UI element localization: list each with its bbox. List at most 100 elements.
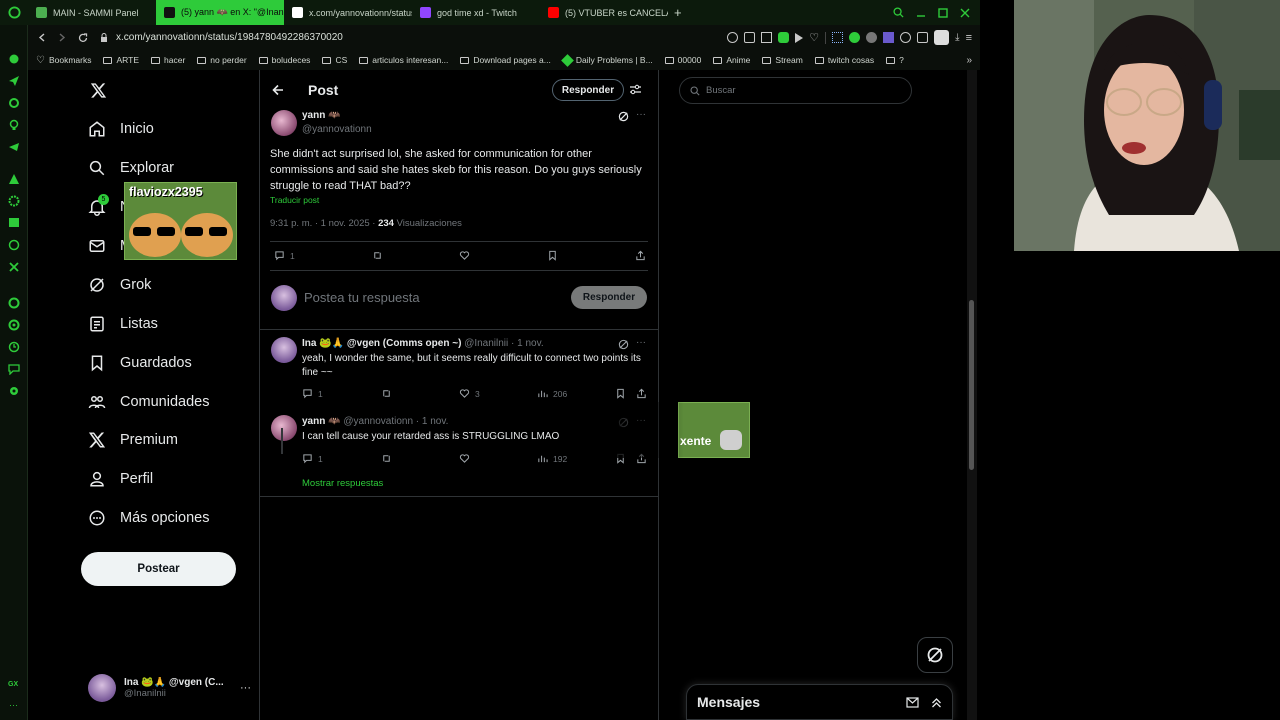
bookmark-item[interactable]: no perder bbox=[191, 55, 252, 65]
pin-icon[interactable] bbox=[744, 32, 756, 43]
reply-author-name[interactable]: Ina 🐸🙏 @vgen (Comms open ~) bbox=[302, 338, 461, 349]
sidebar-twitch-icon[interactable] bbox=[8, 217, 20, 229]
views-action[interactable]: 192 bbox=[537, 453, 567, 464]
nav-item-comunidades[interactable]: Comunidades bbox=[88, 393, 209, 411]
extension-icon-3[interactable] bbox=[883, 32, 895, 43]
post-author-name[interactable]: yann 🦇 bbox=[302, 110, 341, 121]
lock-icon[interactable] bbox=[100, 32, 108, 43]
profile-icon[interactable] bbox=[934, 30, 950, 45]
search-box[interactable]: Buscar bbox=[679, 77, 912, 104]
sidebar-player-icon[interactable] bbox=[8, 97, 20, 109]
repost-action[interactable] bbox=[372, 250, 383, 261]
account-more-icon[interactable]: ··· bbox=[240, 682, 251, 694]
grok-post-icon[interactable] bbox=[618, 111, 629, 122]
maximize-icon[interactable] bbox=[938, 7, 948, 18]
shield-icon[interactable] bbox=[778, 32, 790, 43]
download-icon[interactable]: ⤓ bbox=[955, 32, 959, 43]
bookmark-item[interactable]: articulos interesan... bbox=[353, 55, 454, 65]
browser-tab[interactable]: (5) yann 🦇 en X: "@Inani bbox=[156, 0, 284, 25]
like-action[interactable] bbox=[459, 250, 470, 261]
puzzle-icon[interactable] bbox=[917, 32, 929, 43]
share-action[interactable] bbox=[636, 388, 647, 399]
reply-action[interactable]: 1 bbox=[302, 453, 323, 464]
bookmark-item[interactable]: Download pages a... bbox=[454, 55, 557, 65]
sidebar-more-icon[interactable]: ··· bbox=[9, 700, 18, 710]
browser-tab[interactable]: god time xd - Twitch bbox=[412, 0, 540, 25]
bookmark-action[interactable] bbox=[547, 250, 558, 261]
reply-composer-input[interactable]: Postea tu respuesta bbox=[304, 290, 420, 305]
bookmark-item[interactable]: Daily Problems | B... bbox=[557, 53, 659, 67]
vpn-icon[interactable] bbox=[727, 32, 739, 43]
menu-icon[interactable]: ≡ bbox=[966, 32, 972, 44]
grid-icon[interactable] bbox=[832, 32, 844, 43]
like-action[interactable]: 3 bbox=[459, 388, 480, 399]
reply-more-icon[interactable]: ··· bbox=[636, 337, 646, 348]
nav-item-premium[interactable]: Premium bbox=[88, 431, 178, 449]
reply-avatar[interactable] bbox=[271, 337, 297, 363]
nav-item-grok[interactable]: Grok bbox=[88, 276, 151, 294]
messages-drawer[interactable]: Mensajes bbox=[686, 684, 953, 720]
extension-icon-1[interactable] bbox=[849, 32, 861, 43]
bookmark-item[interactable]: twitch cosas bbox=[809, 55, 880, 65]
back-icon[interactable] bbox=[38, 33, 46, 42]
reply-avatar[interactable] bbox=[271, 415, 297, 441]
bookmark-action[interactable] bbox=[615, 388, 626, 399]
nav-item-m-s-opciones[interactable]: Más opciones bbox=[88, 509, 209, 527]
favorite-icon[interactable]: ♡ bbox=[809, 31, 819, 44]
bookmark-item[interactable]: CS bbox=[316, 55, 353, 65]
account-switcher[interactable]: Ina 🐸🙏 @vgen (C... @Inanilnii ··· bbox=[88, 672, 258, 704]
close-window-icon[interactable] bbox=[960, 8, 970, 18]
sidebar-settings-icon[interactable] bbox=[8, 195, 20, 207]
post-author-handle[interactable]: @yannovationn bbox=[302, 124, 372, 135]
bookmark-item[interactable]: Stream bbox=[756, 55, 808, 65]
repost-action[interactable] bbox=[381, 388, 397, 399]
sidebar-lightbulb-icon[interactable] bbox=[8, 119, 20, 131]
reply-action[interactable]: 1 bbox=[274, 250, 295, 261]
sidebar-arrow-icon[interactable] bbox=[8, 173, 20, 185]
browser-tab[interactable]: MAIN - SAMMI Panel bbox=[28, 0, 156, 25]
browser-tab[interactable]: (5) VTUBER es CANCELAD bbox=[540, 0, 668, 25]
sidebar-whatsapp-icon[interactable] bbox=[8, 239, 20, 251]
post-avatar[interactable] bbox=[271, 110, 297, 136]
reply-author-name[interactable]: yann 🦇 bbox=[302, 416, 341, 427]
sidebar-x-icon[interactable] bbox=[8, 261, 20, 273]
translate-post-link[interactable]: Traducir post bbox=[270, 195, 319, 205]
post-button[interactable]: Postear bbox=[81, 552, 236, 586]
nav-item-guardados[interactable]: Guardados bbox=[88, 354, 192, 372]
reload-icon[interactable] bbox=[78, 32, 88, 43]
bookmark-item[interactable]: Anime bbox=[707, 55, 756, 65]
sidebar-extension-icon[interactable] bbox=[8, 53, 20, 65]
nav-item-explorar[interactable]: Explorar bbox=[88, 159, 174, 177]
reply-action[interactable]: 1 bbox=[302, 388, 323, 399]
back-arrow-icon[interactable] bbox=[272, 84, 284, 96]
sidebar-clock-icon[interactable] bbox=[8, 341, 20, 353]
bookmark-item[interactable]: boludeces bbox=[253, 55, 317, 65]
nav-item-inicio[interactable]: Inicio bbox=[88, 120, 154, 138]
extension-icon-2[interactable] bbox=[866, 32, 878, 43]
sidebar-send-icon[interactable] bbox=[8, 141, 20, 153]
sliders-icon[interactable] bbox=[629, 83, 642, 96]
views-action[interactable]: 206 bbox=[537, 388, 567, 399]
new-message-icon[interactable] bbox=[906, 696, 919, 708]
grok-reply-icon[interactable] bbox=[618, 339, 629, 350]
x-logo-icon[interactable] bbox=[90, 82, 107, 99]
sidebar-limiter-icon[interactable] bbox=[8, 319, 20, 331]
show-replies-link[interactable]: Mostrar respuestas bbox=[302, 478, 383, 489]
expand-icon[interactable] bbox=[931, 697, 942, 708]
bookmark-item[interactable]: 00000 bbox=[659, 55, 708, 65]
snapshot-icon[interactable] bbox=[761, 32, 773, 43]
url-field[interactable]: x.com/yannovationn/status/19847804922863… bbox=[116, 32, 343, 43]
scrollbar-thumb[interactable] bbox=[969, 300, 974, 470]
opera-gx-logo[interactable] bbox=[0, 0, 28, 25]
post-more-icon[interactable]: ··· bbox=[636, 109, 646, 120]
sidebar-messenger-icon[interactable] bbox=[8, 75, 20, 87]
minimize-icon[interactable] bbox=[916, 8, 926, 18]
nav-item-perfil[interactable]: Perfil bbox=[88, 470, 153, 488]
forward-icon[interactable] bbox=[58, 33, 66, 42]
bookmark-item[interactable]: ARTE bbox=[97, 55, 145, 65]
like-action[interactable] bbox=[459, 453, 475, 464]
bookmark-item[interactable]: ? bbox=[880, 55, 910, 65]
share-action[interactable] bbox=[635, 250, 646, 261]
play-icon[interactable] bbox=[795, 32, 804, 43]
header-reply-button[interactable]: Responder bbox=[552, 79, 624, 101]
